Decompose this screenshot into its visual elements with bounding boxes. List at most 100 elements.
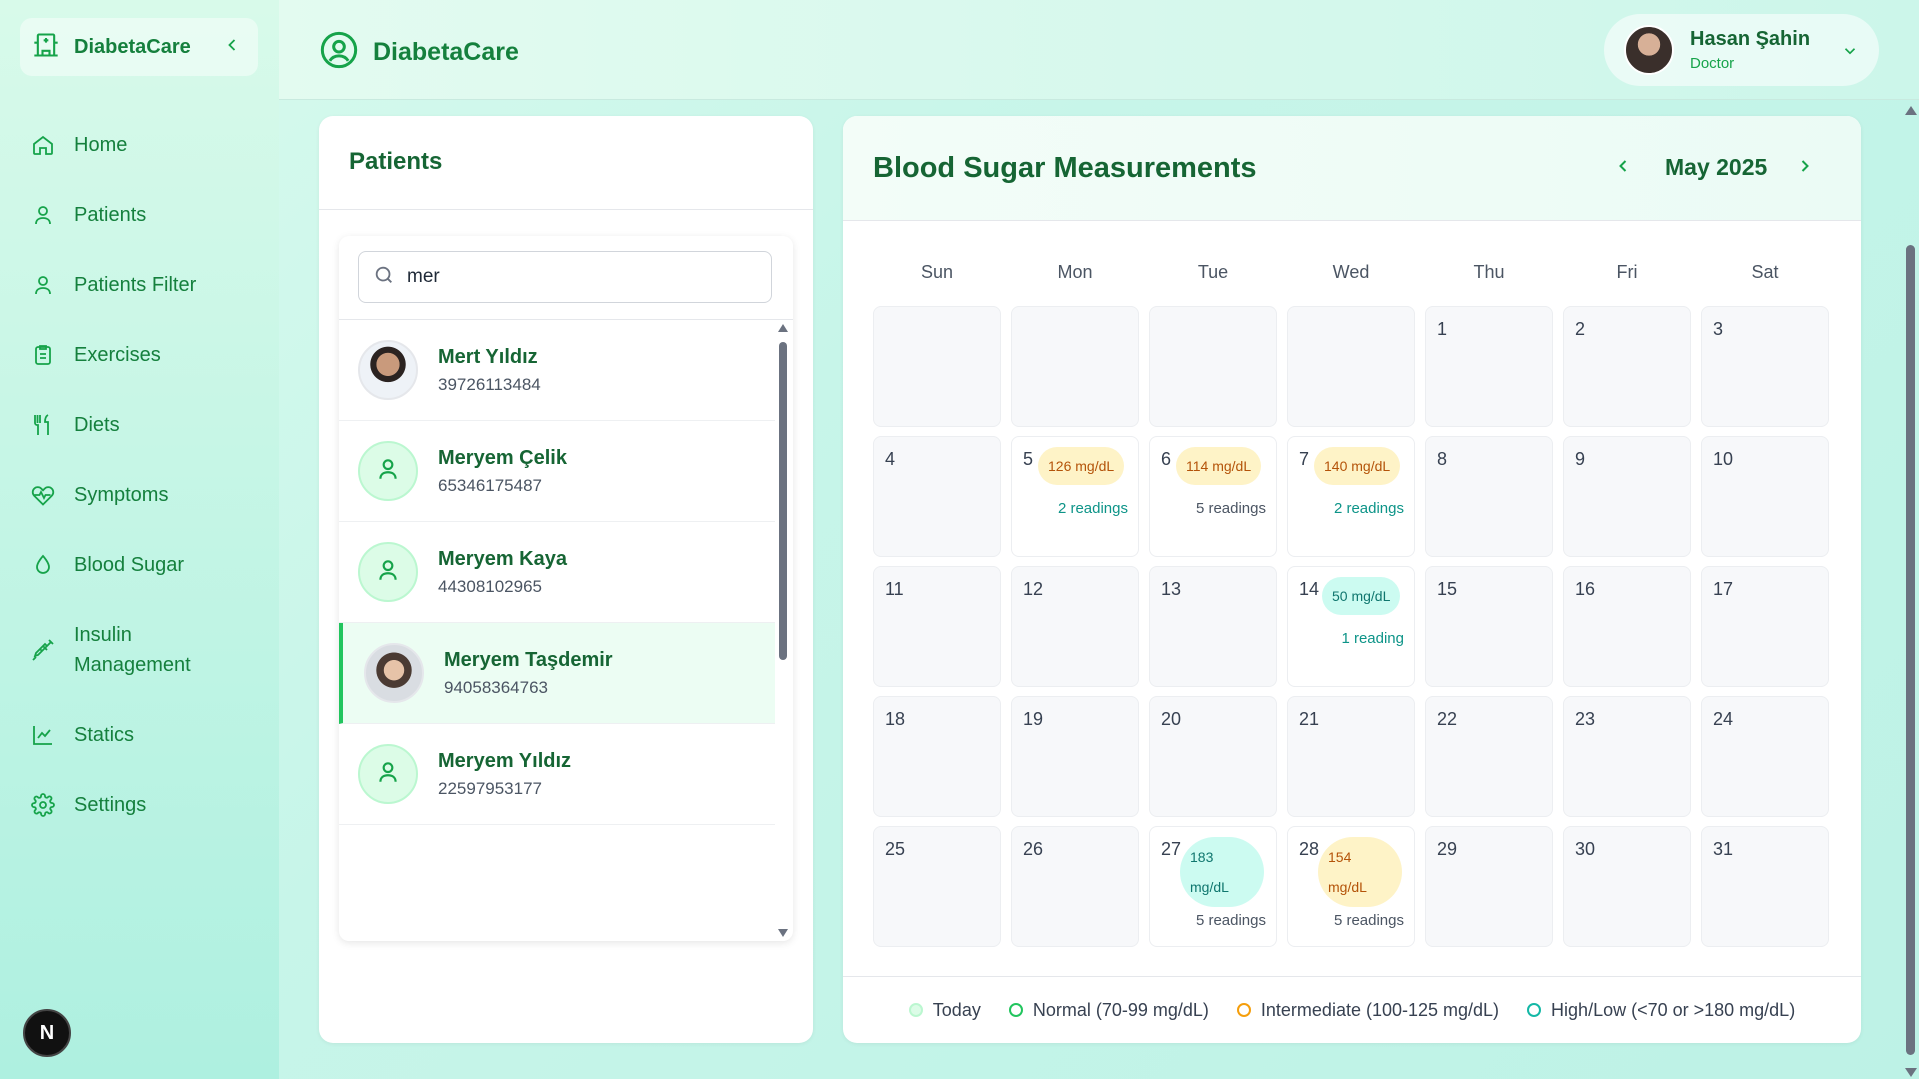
calendar-day[interactable]: 15	[1425, 566, 1553, 687]
scroll-down-icon[interactable]	[778, 929, 788, 937]
day-number: 12	[1023, 579, 1044, 599]
line-chart-icon	[30, 722, 56, 748]
patient-row[interactable]: Meryem Yıldız 22597953177	[339, 724, 775, 825]
calendar-day[interactable]: 3	[1701, 306, 1829, 427]
user-circle-icon	[319, 30, 359, 75]
heart-pulse-icon	[30, 482, 56, 508]
chevron-down-icon[interactable]	[1841, 42, 1859, 65]
sidebar-item-label: Home	[74, 133, 128, 156]
scroll-down-icon[interactable]	[1905, 1068, 1917, 1077]
calendar-day[interactable]: 2	[1563, 306, 1691, 427]
day-number: 20	[1161, 709, 1182, 729]
user-icon	[30, 272, 56, 298]
calendar-day[interactable]: 7 140 mg/dL 2 readings	[1287, 436, 1415, 557]
calendar-day[interactable]: 19	[1011, 696, 1139, 817]
day-number: 26	[1023, 839, 1044, 859]
calendar-day[interactable]: 16	[1563, 566, 1691, 687]
legend-label: High/Low (<70 or >180 mg/dL)	[1551, 999, 1796, 1020]
calendar-day[interactable]: 23	[1563, 696, 1691, 817]
calendar-day[interactable]: 26	[1011, 826, 1139, 947]
calendar-day[interactable]: 17	[1701, 566, 1829, 687]
patient-search[interactable]	[358, 251, 772, 303]
topbar-app-name: DiabetaCare	[373, 38, 519, 66]
calendar-day[interactable]: 1	[1425, 306, 1553, 427]
sidebar-item-label: Statics	[74, 723, 135, 746]
today-dot-icon	[908, 1003, 923, 1017]
dev-badge[interactable]: N	[23, 1009, 71, 1057]
calendar-day[interactable]: 30	[1563, 826, 1691, 947]
next-month-button[interactable]	[1795, 156, 1815, 181]
scroll-up-icon[interactable]	[778, 324, 788, 332]
calendar-empty-cell	[873, 306, 1001, 427]
readings-count: 2 readings	[1057, 500, 1128, 517]
calendar-empty-cell	[1287, 306, 1415, 427]
patient-row[interactable]: Mert Yıldız 39726113484	[339, 320, 775, 421]
calendar-empty-cell	[1149, 306, 1277, 427]
day-number: 31	[1713, 839, 1734, 859]
day-number: 29	[1437, 839, 1458, 859]
calendar-day[interactable]: 13	[1149, 566, 1277, 687]
sidebar-item-insulin-management[interactable]: Insulin Management	[0, 600, 279, 700]
calendar-day[interactable]: 18	[873, 696, 1001, 817]
patient-list-scrollbar[interactable]	[777, 320, 789, 941]
calendar-day[interactable]: 10	[1701, 436, 1829, 557]
patient-row[interactable]: Meryem Çelik 65346175487	[339, 421, 775, 522]
day-number: 28	[1299, 839, 1320, 859]
collapse-sidebar-icon[interactable]	[222, 35, 242, 60]
calendar-day[interactable]: 14 50 mg/dL 1 reading	[1287, 566, 1415, 687]
day-number: 25	[885, 839, 906, 859]
patient-id: 94058364763	[444, 677, 549, 697]
calendar-day[interactable]: 22	[1425, 696, 1553, 817]
user-menu[interactable]: Hasan Şahin Doctor	[1604, 14, 1879, 86]
patient-row-selected[interactable]: Meryem Taşdemir 94058364763	[339, 623, 775, 724]
sidebar-item-home[interactable]: Home	[0, 110, 279, 180]
calendar-day[interactable]: 28 154 mg/dL 5 readings	[1287, 826, 1415, 947]
sidebar-item-statics[interactable]: Statics	[0, 700, 279, 770]
calendar-day[interactable]: 4	[873, 436, 1001, 557]
patient-avatar	[358, 340, 418, 400]
sidebar-item-label: Patients	[74, 203, 147, 226]
prev-month-button[interactable]	[1613, 156, 1633, 181]
user-icon	[375, 759, 401, 790]
calendar-day[interactable]: 9	[1563, 436, 1691, 557]
day-number: 24	[1713, 709, 1734, 729]
calendar-day[interactable]: 11	[873, 566, 1001, 687]
search-input[interactable]	[407, 266, 747, 288]
day-number: 15	[1437, 579, 1458, 599]
scroll-up-icon[interactable]	[1905, 106, 1917, 115]
day-number: 11	[885, 579, 904, 599]
calendar-day[interactable]: 25	[873, 826, 1001, 947]
patient-list: Mert Yıldız 39726113484 Meryem Çelik 653…	[339, 236, 793, 941]
sidebar-item-patients[interactable]: Patients	[0, 180, 279, 250]
calendar-day[interactable]: 5 126 mg/dL 2 readings	[1011, 436, 1139, 557]
sidebar-item-settings[interactable]: Settings	[0, 770, 279, 840]
sidebar-item-blood-sugar[interactable]: Blood Sugar	[0, 530, 279, 600]
sidebar-item-label: Insulin Management	[74, 624, 191, 676]
calendar-day[interactable]: 27 183 mg/dL 5 readings	[1149, 826, 1277, 947]
calendar-day[interactable]: 6 114 mg/dL 5 readings	[1149, 436, 1277, 557]
day-number: 13	[1161, 579, 1182, 599]
calendar-day[interactable]: 20	[1149, 696, 1277, 817]
calendar-day[interactable]: 21	[1287, 696, 1415, 817]
page-scrollbar[interactable]	[1902, 100, 1919, 1079]
readings-count: 2 readings	[1333, 500, 1404, 517]
calendar-day[interactable]: 12	[1011, 566, 1139, 687]
patients-title: Patients	[349, 148, 443, 175]
user-icon	[30, 202, 56, 228]
sidebar-item-patients-filter[interactable]: Patients Filter	[0, 250, 279, 320]
sidebar-item-symptoms[interactable]: Symptoms	[0, 460, 279, 530]
topbar-logo: DiabetaCare	[319, 30, 519, 75]
scrollbar-thumb[interactable]	[779, 342, 787, 660]
calendar-day[interactable]: 31	[1701, 826, 1829, 947]
sidebar-item-diets[interactable]: Diets	[0, 390, 279, 460]
calendar-day[interactable]: 24	[1701, 696, 1829, 817]
patient-rows: Mert Yıldız 39726113484 Meryem Çelik 653…	[339, 320, 775, 825]
divider	[319, 209, 813, 210]
gear-icon	[30, 792, 56, 818]
calendar-day[interactable]: 8	[1425, 436, 1553, 557]
patient-row[interactable]: Meryem Kaya 44308102965	[339, 522, 775, 623]
scrollbar-thumb[interactable]	[1906, 245, 1915, 1055]
calendar-day[interactable]: 29	[1425, 826, 1553, 947]
sidebar-item-exercises[interactable]: Exercises	[0, 320, 279, 390]
sidebar-brand: DiabetaCare	[20, 18, 258, 76]
